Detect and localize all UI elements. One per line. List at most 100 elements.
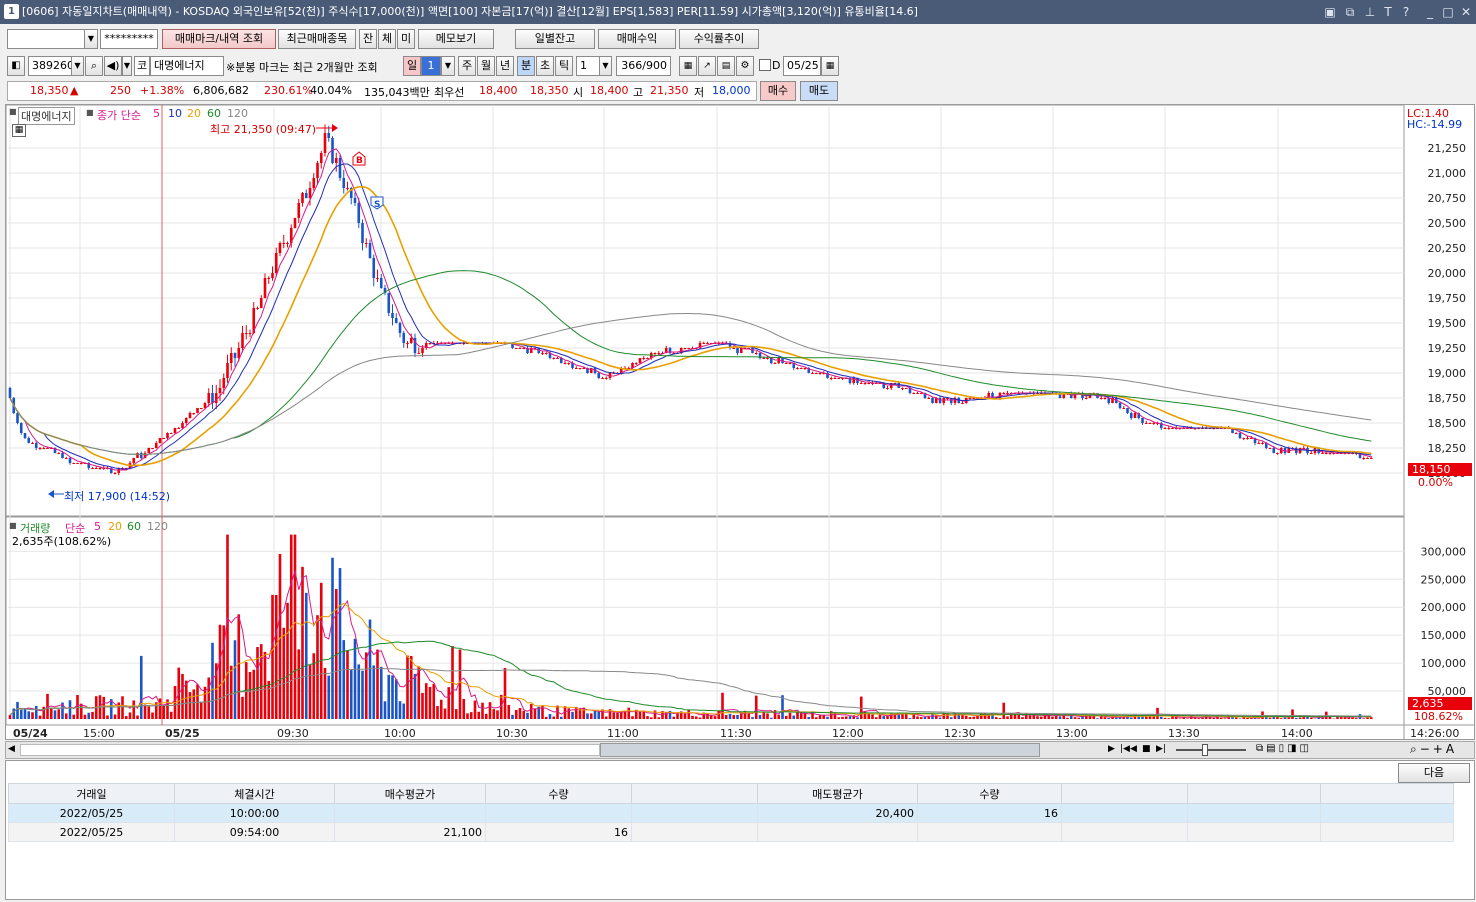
close-icon[interactable]: ✕ [1458,3,1474,21]
account-dropdown-icon[interactable]: ▼ [84,29,98,49]
zoom-slider-handle[interactable] [1202,744,1208,756]
help-icon[interactable]: ? [1398,3,1414,21]
date-checkbox[interactable] [759,59,771,71]
minimize-icon[interactable]: _ [1422,3,1438,21]
layout-icon[interactable]: ▣ [1322,3,1338,21]
table-row[interactable]: 2022/05/25 10:00:00 20,400 16 [8,803,1454,823]
header-empty-4 [1320,783,1454,804]
volume-bar [376,649,379,719]
panel-icon[interactable]: ◧ [7,56,25,76]
next-page-button[interactable]: 다음 [1398,763,1470,783]
search-icon[interactable]: ⌕ [85,56,103,76]
memo-button[interactable]: 메모보기 [418,29,494,49]
password-input[interactable]: ********* [100,29,158,49]
period-week[interactable]: 주 [458,56,476,76]
sell-button[interactable]: 매도 [800,81,838,101]
save-icon[interactable]: ▤ [717,56,735,76]
price-tick-label: 19,750 [1428,292,1467,305]
calendar-icon[interactable]: ▦ [821,56,839,76]
zoom-tools-icons[interactable]: ⌕−+A [1410,742,1457,757]
header-sell-qty[interactable]: 수량 [917,783,1062,804]
buy-button[interactable]: 매수 [760,81,796,101]
period-day[interactable]: 일 [403,56,421,76]
volume-bar [379,666,383,719]
stock-name-field[interactable]: 대명에너지 [150,56,224,76]
chart-tools-icon[interactable]: ▦ [679,56,697,76]
header-sell-avg[interactable]: 매도평균가 [757,783,918,804]
trade-profit-button[interactable]: 매매수익 [598,29,676,49]
account-input[interactable] [7,29,85,49]
maximize-icon[interactable]: □ [1440,3,1456,21]
interval-dropdown-icon[interactable]: ▼ [599,56,612,76]
table-row[interactable]: 2022/05/25 09:54:00 21,100 16 [8,822,1454,842]
period-month[interactable]: 월 [477,56,495,76]
return-trend-button[interactable]: 수익률추이 [679,29,759,49]
scroll-end-icon[interactable]: ▶| [1156,744,1166,754]
zoom-slider[interactable] [1176,749,1246,751]
legend-ma10: 10 [168,107,182,120]
view-mode-icons[interactable]: ⧉▤▯◨◫ [1256,743,1312,754]
trend-line-icon[interactable]: ↗ [698,56,716,76]
scroll-thumb[interactable] [600,743,1040,757]
recent-trades-button[interactable]: 최근매매종목 [278,29,356,49]
stock-code-input[interactable]: 389260 [28,56,74,76]
speaker-icon[interactable]: ◀) [104,56,122,76]
panel-handle-icon[interactable]: ■ [9,107,17,116]
header-buy-qty[interactable]: 수량 [485,783,632,804]
header-trade-date[interactable]: 거래일 [8,783,175,804]
price-ma120-line [9,313,1372,455]
code-dropdown-icon[interactable]: ▼ [71,56,84,76]
pin-icon[interactable]: ⊥ [1362,3,1378,21]
data-count-input[interactable]: 366/900 [616,56,671,76]
volume-bar [301,566,304,719]
period-day-count[interactable]: 1 [421,56,441,76]
chart-area[interactable]: 21,250 21,000 20,750 20,500 20,250 20,000 19,7… [5,104,1475,740]
volume-bar [503,667,507,719]
trade-mark-query-button[interactable]: 매매마크/내역 조회 [162,29,276,49]
cell-empty [1320,803,1454,823]
font-icon[interactable]: T [1380,3,1396,21]
candle-body [754,353,758,354]
header-exec-time[interactable]: 체결시간 [174,783,335,804]
candle-body [544,353,548,354]
scroll-track[interactable] [20,744,600,756]
interval-input[interactable]: 1 [576,56,600,76]
settings-icon[interactable]: ⚙ [736,56,754,76]
volume-bar [631,716,634,719]
copy-icon[interactable]: ⧉ [1342,3,1358,21]
volume-bar [1028,715,1032,719]
candle-body [1238,433,1242,438]
candle-body [31,443,34,444]
period-minute[interactable]: 분 [517,56,535,76]
scroll-start-icon[interactable]: |◀◀ [1120,744,1137,754]
daily-balance-button[interactable]: 일별잔고 [515,29,595,49]
volume-bar [1058,716,1062,719]
scroll-right-icon[interactable]: ▶ [1108,744,1115,754]
filled-button[interactable]: 체 [378,29,396,49]
period-dropdown-icon[interactable]: ▼ [441,56,455,76]
scroll-left-icon[interactable]: ◀ [8,744,15,754]
grid-toggle-icon[interactable]: ▦ [12,124,26,137]
stop-icon[interactable]: ■ [1142,744,1151,754]
volume-bar [1234,717,1238,719]
candle-body [132,458,136,463]
volume-bar [698,717,702,719]
volume-bar [417,666,421,719]
period-tick[interactable]: 틱 [555,56,573,76]
period-year[interactable]: 년 [496,56,514,76]
cell-buy-avg [334,803,486,823]
speaker-dropdown-icon[interactable]: ▼ [122,56,132,76]
volume-bar [908,718,912,719]
candle-body [244,333,248,334]
candle-body [687,348,691,349]
period-second[interactable]: 초 [536,56,554,76]
header-buy-avg[interactable]: 매수평균가 [334,783,486,804]
candle-body [653,353,657,354]
volume-panel-handle-icon[interactable]: ■ [9,521,17,530]
candle-body [91,468,94,469]
balance-button[interactable]: 잔 [359,29,377,49]
candlestick-chart[interactable]: 21,250 21,000 20,750 20,500 20,250 20,000 19,7… [6,105,1474,739]
unfilled-button[interactable]: 미 [397,29,415,49]
date-input[interactable]: 05/25 [783,56,821,76]
candle-body [8,388,12,398]
